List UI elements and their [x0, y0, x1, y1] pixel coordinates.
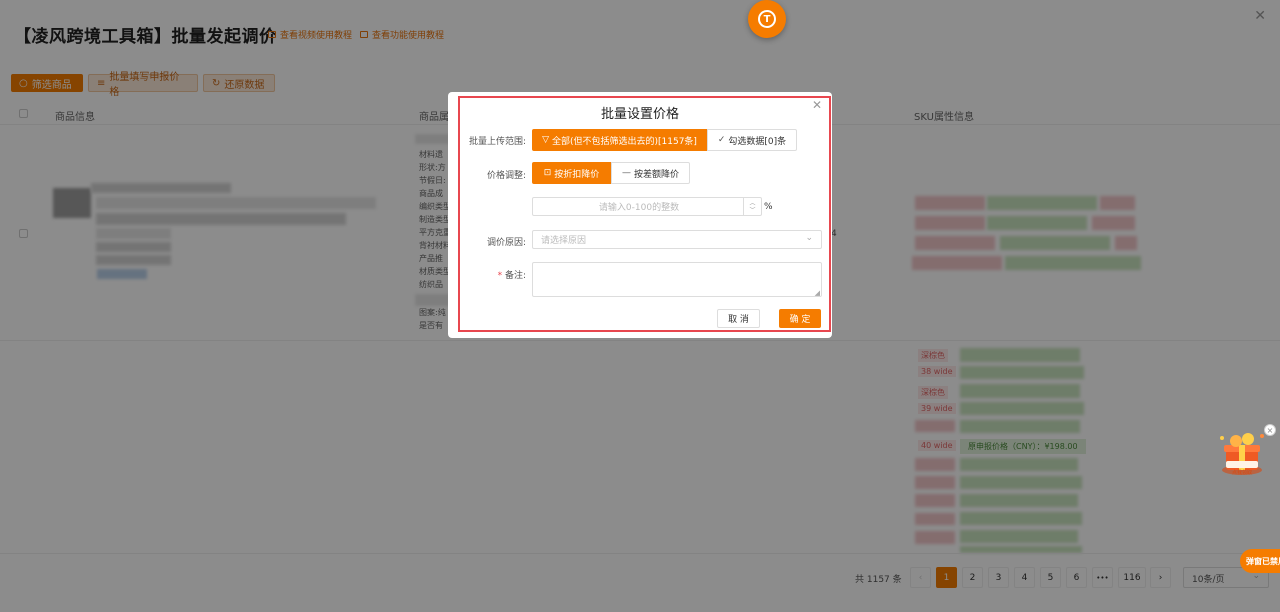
reason-label: 调价原因: [486, 238, 526, 248]
scope-checked-option[interactable]: ✓ 勾选数据[0]条 [707, 129, 797, 151]
filter-icon: ▽ [542, 135, 549, 145]
confirm-button[interactable]: 确 定 [779, 309, 821, 328]
chevron-down-icon: ⌄ [805, 233, 813, 243]
adjust-amount-option[interactable]: — 按差额降价 [611, 162, 690, 184]
scope-all-label: 全部(但不包括筛选出去的)[1157条] [551, 136, 697, 147]
gift-close-icon[interactable]: × [1264, 424, 1276, 436]
resize-handle-icon[interactable]: ◢ [815, 289, 820, 297]
scope-checked-label: 勾选数据[0]条 [728, 136, 787, 147]
discount-input[interactable]: 请输入0-100的整数 ︿ ﹀ [532, 197, 762, 216]
chevron-up-icon[interactable]: ︿ [749, 200, 755, 207]
t-logo-icon: T [758, 10, 776, 28]
note-textarea[interactable]: ◢ [532, 262, 822, 297]
reason-placeholder: 请选择原因 [541, 236, 587, 246]
cancel-button[interactable]: 取 消 [717, 309, 760, 328]
app-logo-button[interactable]: T [748, 0, 786, 38]
adjust-label: 价格调整: [486, 171, 526, 181]
scope-label: 批量上传范围: [468, 137, 526, 147]
number-stepper[interactable]: ︿ ﹀ [743, 198, 761, 215]
note-label-text: 备注: [504, 271, 526, 281]
reason-select[interactable]: 请选择原因 ⌄ [532, 230, 822, 249]
scope-all-option[interactable]: ▽ 全部(但不包括筛选出去的)[1157条] [532, 129, 707, 151]
adjust-discount-label: 按折扣降价 [554, 169, 600, 180]
discount-placeholder: 请输入0-100的整数 [598, 203, 680, 213]
required-mark: * [497, 271, 503, 281]
discount-icon: ⊡ [543, 168, 552, 178]
adjust-amount-label: 按差额降价 [633, 169, 679, 180]
modal-title: 批量设置价格 [600, 107, 679, 122]
gift-widget[interactable]: 点我领取 [1214, 428, 1270, 478]
popup-disabled-tag[interactable]: 弹窗已禁用 [1240, 549, 1280, 573]
adjust-discount-option[interactable]: ⊡ 按折扣降价 [532, 162, 611, 184]
minus-icon: — [621, 168, 631, 178]
modal-close-icon[interactable]: ✕ [812, 98, 822, 112]
chevron-down-icon[interactable]: ﹀ [749, 207, 755, 214]
check-icon: ✓ [717, 135, 726, 145]
note-label: * 备注: [460, 268, 526, 281]
percent-sign: % [764, 202, 773, 212]
gift-label: 点我领取 [1231, 470, 1252, 476]
